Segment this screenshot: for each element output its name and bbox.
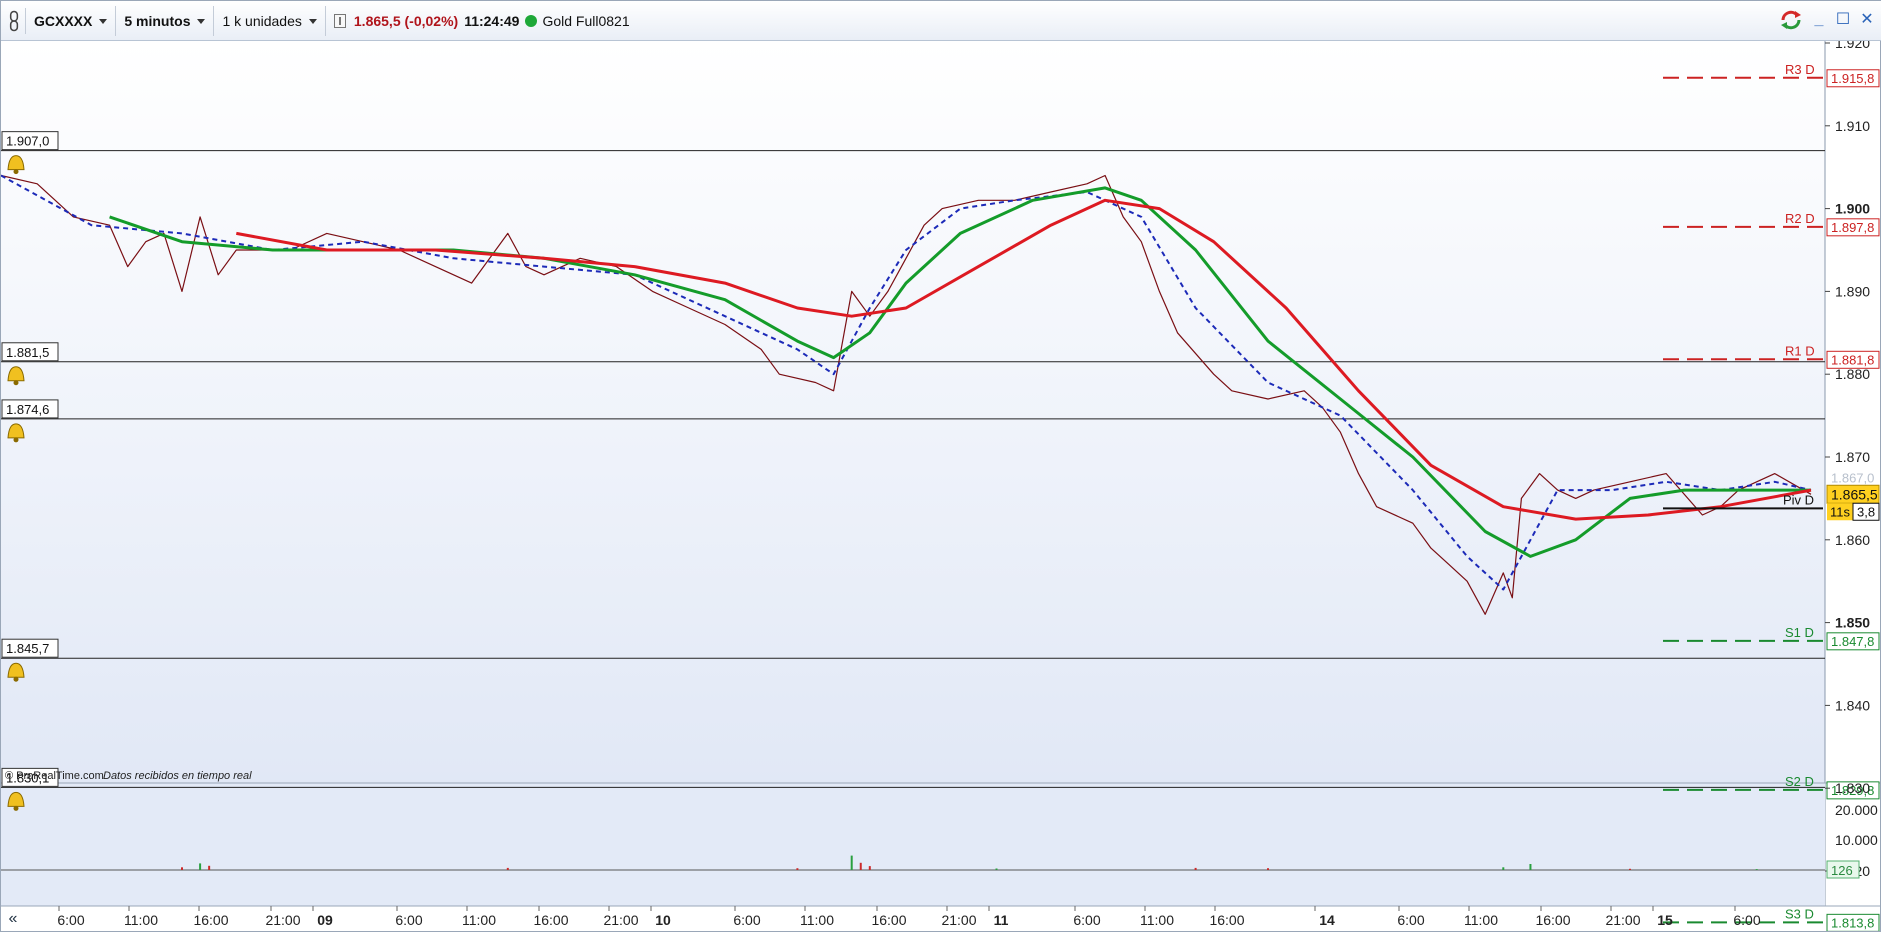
time-tick-label: 6:00 xyxy=(1733,912,1760,928)
time-tick-label: 10 xyxy=(655,912,671,928)
units-label: 1 k unidades xyxy=(222,12,302,29)
pivot-price-label: 1.847,8 xyxy=(1831,634,1874,649)
collapse-button[interactable]: « xyxy=(3,907,23,931)
minimize-icon[interactable]: _ xyxy=(1810,10,1828,30)
clock-time: 11:24:49 xyxy=(464,12,520,29)
volume-current-label: 126 xyxy=(1831,863,1853,878)
pivot-price-label: 1.881,8 xyxy=(1831,352,1874,367)
quote-info: 1.865,5 (-0,02%) 11:24:49 Gold Full0821 xyxy=(326,6,638,36)
time-tick-label: 15 xyxy=(1657,912,1673,928)
price-tick-label: 1.830 xyxy=(1835,780,1870,796)
price-tick-label: 1.840 xyxy=(1835,697,1870,713)
refresh-icon[interactable] xyxy=(1778,9,1804,31)
time-tick-label: 11:00 xyxy=(462,912,496,928)
price-tick-label: 1.910 xyxy=(1835,118,1870,134)
price-pane-background xyxy=(1,41,1825,783)
volume-pane-background xyxy=(1,783,1825,906)
last-price-change: 1.865,5 (-0,02%) xyxy=(353,12,459,29)
time-tick-label: 16:00 xyxy=(193,912,228,928)
live-status-icon xyxy=(525,14,538,27)
pivot-price-label: 1.897,8 xyxy=(1831,220,1874,235)
price-chart[interactable]: 1.907,01.881,51.874,61.845,71.830,1 R3 D… xyxy=(1,41,1880,931)
price-tick-label: 1.920 xyxy=(1835,41,1870,51)
chart-toolbar: GCXXXX 5 minutos 1 k unidades 1.865,5 (-… xyxy=(1,1,1881,41)
bell-clapper xyxy=(13,805,19,811)
time-tick-label: 14 xyxy=(1319,912,1335,928)
price-tick-label: 1.880 xyxy=(1835,366,1870,382)
chevron-down-icon xyxy=(99,19,108,24)
time-tick-label: 11:00 xyxy=(800,912,834,928)
time-tick-label: 16:00 xyxy=(533,912,568,928)
level-tag-label: 1.907,0 xyxy=(6,134,49,149)
time-tick-label: 6:00 xyxy=(1397,912,1424,928)
close-icon[interactable]: ✕ xyxy=(1858,10,1876,30)
symbol-label: GCXXXX xyxy=(34,12,93,29)
bell-clapper xyxy=(13,437,19,443)
pivot-price-label: 1.915,8 xyxy=(1831,71,1874,86)
trading-window: GCXXXX 5 minutos 1 k unidades 1.865,5 (-… xyxy=(0,0,1881,932)
level-tag-label: 1.881,5 xyxy=(6,345,49,360)
price-tick-label: 1.870 xyxy=(1835,449,1870,465)
time-tick-label: 6:00 xyxy=(57,912,84,928)
time-tick-label: 11:00 xyxy=(1464,912,1498,928)
countdown-label: 11s xyxy=(1830,504,1850,519)
bell-clapper xyxy=(13,676,19,682)
pivot-name: S1 D xyxy=(1785,625,1814,640)
price-tick-label: 1.850 xyxy=(1835,615,1870,631)
time-tick-label: 21:00 xyxy=(265,912,300,928)
info-icon[interactable] xyxy=(333,13,346,28)
chevron-down-icon xyxy=(197,19,206,24)
time-tick-label: 21:00 xyxy=(941,912,976,928)
timeframe-label: 5 minutos xyxy=(124,12,191,29)
pivot-axis-label: 3,8 xyxy=(1857,504,1875,519)
pivot-price-label: 1.813,8 xyxy=(1831,915,1874,930)
pivot-name: S2 D xyxy=(1785,774,1814,789)
units-selector[interactable]: 1 k unidades xyxy=(214,5,326,36)
price-tick-label: 1.890 xyxy=(1835,283,1870,299)
instrument-name: Gold Full0821 xyxy=(542,12,630,29)
watermark-status: Datos recibidos en tiempo real xyxy=(103,770,252,782)
price-tick-label: 1.900 xyxy=(1835,201,1870,217)
pivot-name: S3 D xyxy=(1785,906,1814,921)
time-tick-label: 6:00 xyxy=(733,912,760,928)
time-tick-label: 21:00 xyxy=(1605,912,1640,928)
pivot-point-name: Piv D xyxy=(1783,492,1814,507)
volume-tick-label: 20.000 xyxy=(1835,802,1878,818)
timeframe-selector[interactable]: 5 minutos xyxy=(116,5,215,36)
watermark-brand: © ProRealTime.com xyxy=(5,770,104,782)
pivot-name: R1 D xyxy=(1785,343,1815,358)
time-tick-label: 21:00 xyxy=(603,912,638,928)
volume-tick-label: 10.000 xyxy=(1835,832,1878,848)
time-tick-label: 6:00 xyxy=(1073,912,1100,928)
time-tick-label: 16:00 xyxy=(871,912,906,928)
time-tick-label: 6:00 xyxy=(395,912,422,928)
maximize-icon[interactable]: ☐ xyxy=(1834,10,1852,30)
chevron-down-icon xyxy=(308,19,317,24)
current-price-label: 1.865,5 xyxy=(1831,486,1878,502)
faded-price-label: 1.867,0 xyxy=(1831,471,1874,486)
pivot-name: R3 D xyxy=(1785,62,1815,77)
time-tick-label: 11 xyxy=(994,912,1009,928)
bell-clapper xyxy=(13,380,19,386)
time-tick-label: 11:00 xyxy=(1140,912,1174,928)
pivot-name: R2 D xyxy=(1785,211,1815,226)
time-tick-label: 11:00 xyxy=(124,912,158,928)
price-tick-label: 1.860 xyxy=(1835,532,1870,548)
symbol-selector[interactable]: GCXXXX xyxy=(26,5,117,36)
link-chain-icon[interactable] xyxy=(4,7,26,34)
window-controls: _ ☐ ✕ xyxy=(1778,9,1876,31)
time-tick-label: 09 xyxy=(317,912,333,928)
time-tick-label: 16:00 xyxy=(1209,912,1244,928)
level-tag-label: 1.874,6 xyxy=(6,402,49,417)
time-tick-label: 16:00 xyxy=(1535,912,1570,928)
bell-clapper xyxy=(13,169,19,175)
level-tag-label: 1.845,7 xyxy=(6,641,49,656)
